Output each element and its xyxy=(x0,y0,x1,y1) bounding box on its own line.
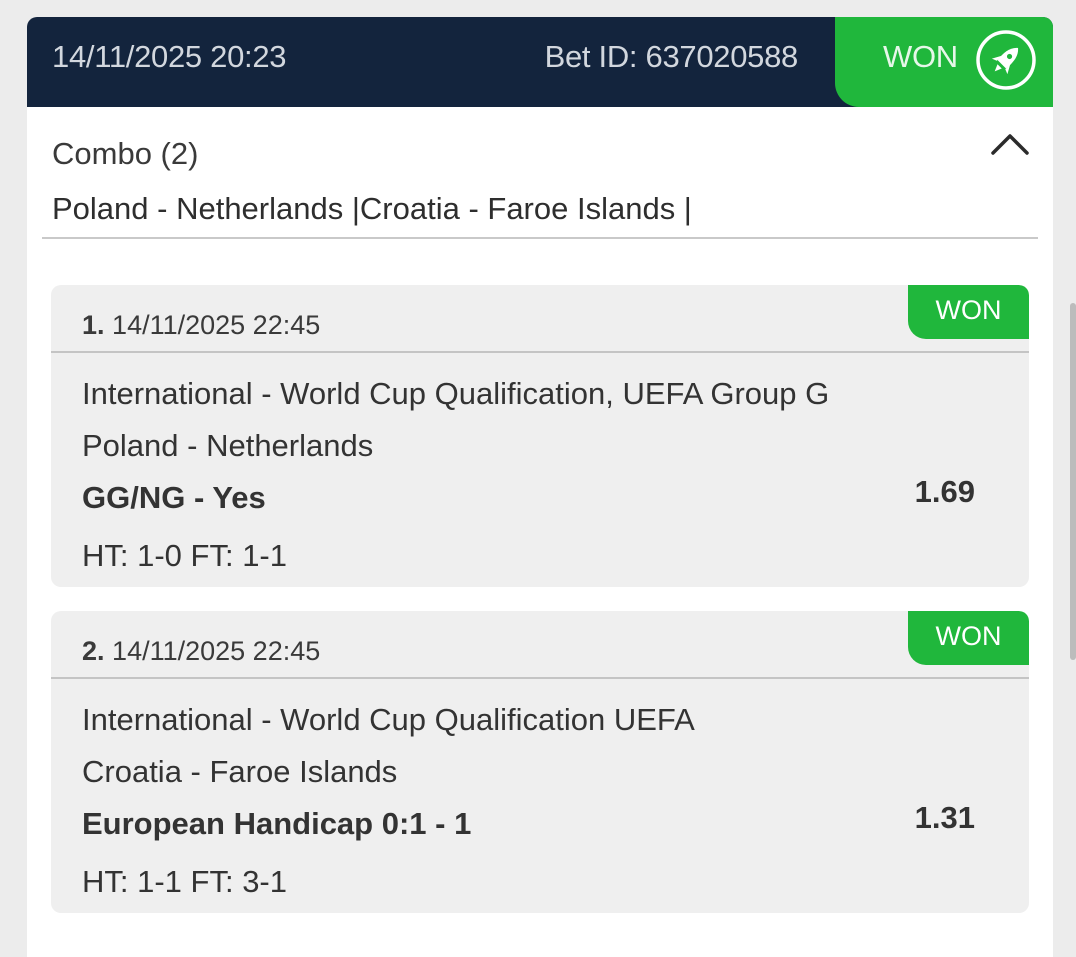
leg-status-label: WON xyxy=(935,621,1002,651)
bet-leg: 1. 14/11/2025 22:45 WON International - … xyxy=(51,285,1029,587)
leg-header: 2. 14/11/2025 22:45 xyxy=(82,633,320,669)
bet-leg: 2. 14/11/2025 22:45 WON International - … xyxy=(51,611,1029,913)
leg-index: 2. xyxy=(82,636,105,666)
leg-market: European Handicap 0:1 - 1 xyxy=(82,806,472,841)
bet-status-label: WON xyxy=(883,39,958,74)
leg-datetime: 14/11/2025 22:45 xyxy=(112,310,321,340)
leg-score: HT: 1-0 FT: 1-1 xyxy=(82,538,287,573)
scrollbar[interactable] xyxy=(1070,303,1076,660)
leg-odds: 1.31 xyxy=(914,800,975,835)
leg-match: Croatia - Faroe Islands xyxy=(82,754,398,789)
leg-status-label: WON xyxy=(935,295,1002,325)
leg-competition: International - World Cup Qualification … xyxy=(82,702,695,737)
leg-divider xyxy=(51,351,1029,353)
combo-matches: Poland - Netherlands |Croatia - Faroe Is… xyxy=(52,191,692,226)
bet-status-badge: WON xyxy=(835,17,1053,107)
rocket-icon xyxy=(976,30,1036,90)
leg-divider xyxy=(51,677,1029,679)
leg-competition: International - World Cup Qualification,… xyxy=(82,376,830,411)
leg-odds: 1.69 xyxy=(914,474,975,509)
leg-index: 1. xyxy=(82,310,105,340)
chevron-up-icon[interactable] xyxy=(990,127,1030,159)
leg-market: GG/NG - Yes xyxy=(82,480,266,515)
bet-datetime: 14/11/2025 20:23 xyxy=(52,39,287,74)
leg-datetime: 14/11/2025 22:45 xyxy=(112,636,321,666)
bet-card: 14/11/2025 20:23 Bet ID: 637020588 WON C… xyxy=(27,17,1053,957)
bet-header: 14/11/2025 20:23 Bet ID: 637020588 WON xyxy=(27,17,1053,107)
leg-match: Poland - Netherlands xyxy=(82,428,374,463)
combo-title: Combo (2) xyxy=(52,136,199,171)
leg-score: HT: 1-1 FT: 3-1 xyxy=(82,864,287,899)
leg-header: 1. 14/11/2025 22:45 xyxy=(82,307,320,343)
leg-status-badge: WON xyxy=(908,285,1029,339)
combo-divider xyxy=(42,237,1038,239)
bet-id: Bet ID: 637020588 xyxy=(544,39,799,74)
leg-status-badge: WON xyxy=(908,611,1029,665)
